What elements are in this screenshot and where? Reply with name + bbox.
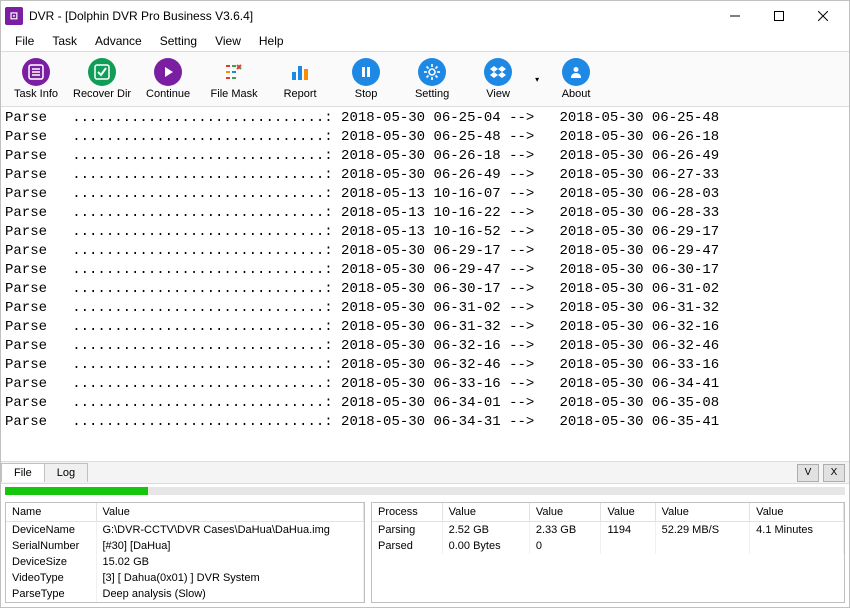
mask-icon: [220, 58, 248, 86]
cell: DeviceName: [6, 522, 96, 539]
toolbar-about[interactable]: About: [543, 56, 609, 102]
cell: 52.29 MB/S: [655, 522, 750, 539]
table-row[interactable]: VideoType[3] [ Dahua(0x01) ] DVR System: [6, 570, 364, 586]
bottom-tabs: File Log V X: [1, 462, 849, 484]
person-icon: [562, 58, 590, 86]
col-header[interactable]: Value: [442, 503, 529, 522]
col-name[interactable]: Name: [6, 503, 96, 522]
toolbar-recover-dir[interactable]: Recover Dir: [69, 56, 135, 102]
bottom-panels: Name Value DeviceNameG:\DVR-CCTV\DVR Cas…: [1, 498, 849, 607]
toolbar-label: File Mask: [211, 88, 258, 100]
title-bar: ⊡ DVR - [Dolphin DVR Pro Business V3.6.4…: [1, 1, 849, 31]
bars-icon: [286, 58, 314, 86]
toolbar-label: Stop: [355, 88, 378, 100]
toolbar-continue[interactable]: Continue: [135, 56, 201, 102]
cell: 0.00 Bytes: [442, 538, 529, 554]
menu-setting[interactable]: Setting: [152, 33, 205, 49]
window-title: DVR - [Dolphin DVR Pro Business V3.6.4]: [29, 9, 253, 23]
gear-icon: [418, 58, 446, 86]
cell: ParseType: [6, 586, 96, 602]
dropbox-icon: [484, 58, 512, 86]
app-icon: ⊡: [5, 7, 23, 25]
col-header[interactable]: Value: [655, 503, 750, 522]
cell: 4.1 Minutes: [750, 522, 844, 539]
toolbar-label: Continue: [146, 88, 190, 100]
menu-bar: File Task Advance Setting View Help: [1, 31, 849, 51]
toolbar-setting[interactable]: Setting: [399, 56, 465, 102]
table-row[interactable]: DeviceSize15.02 GB: [6, 554, 364, 570]
table-row[interactable]: Parsing2.52 GB2.33 GB119452.29 MB/S4.1 M…: [372, 522, 844, 539]
cell: [655, 538, 750, 554]
cell: G:\DVR-CCTV\DVR Cases\DaHua\DaHua.img: [96, 522, 364, 539]
device-info-panel: Name Value DeviceNameG:\DVR-CCTV\DVR Cas…: [5, 502, 365, 603]
col-header[interactable]: Value: [750, 503, 844, 522]
menu-task[interactable]: Task: [44, 33, 85, 49]
toolbar-label: View: [486, 88, 510, 100]
cell: 2.52 GB: [442, 522, 529, 539]
maximize-button[interactable]: [757, 2, 801, 30]
toolbar-label: About: [562, 88, 591, 100]
table-row[interactable]: Parsed0.00 Bytes0: [372, 538, 844, 554]
button-v[interactable]: V: [797, 464, 819, 482]
col-value[interactable]: Value: [96, 503, 364, 522]
toolbar-label: Report: [284, 88, 317, 100]
cell: 1194: [601, 522, 655, 539]
tab-file[interactable]: File: [1, 463, 45, 482]
cell: [750, 538, 844, 554]
table-row[interactable]: ParseTypeDeep analysis (Slow): [6, 586, 364, 602]
process-panel: ProcessValueValueValueValueValue Parsing…: [371, 502, 845, 603]
table-row[interactable]: DeviceNameG:\DVR-CCTV\DVR Cases\DaHua\Da…: [6, 522, 364, 539]
toolbar: Task Info Recover Dir Continue File Mask Rep…: [1, 51, 849, 107]
toolbar-view[interactable]: View: [465, 56, 531, 102]
toolbar-report[interactable]: Report: [267, 56, 333, 102]
cell: [3] [ Dahua(0x01) ] DVR System: [96, 570, 364, 586]
toolbar-task-info[interactable]: Task Info: [3, 56, 69, 102]
col-header[interactable]: Process: [372, 503, 442, 522]
close-button[interactable]: [801, 2, 845, 30]
menu-help[interactable]: Help: [251, 33, 292, 49]
progress-fill: [5, 487, 148, 495]
menu-view[interactable]: View: [207, 33, 249, 49]
table-row[interactable]: SerialNumber[#30] [DaHua]: [6, 538, 364, 554]
toolbar-label: Recover Dir: [73, 88, 131, 100]
list-icon: [22, 58, 50, 86]
tab-log[interactable]: Log: [44, 463, 88, 482]
toolbar-label: Setting: [415, 88, 449, 100]
toolbar-label: Task Info: [14, 88, 58, 100]
progress-bar: [5, 487, 845, 495]
cell: [601, 538, 655, 554]
menu-advance[interactable]: Advance: [87, 33, 150, 49]
cell: VideoType: [6, 570, 96, 586]
cell: SerialNumber: [6, 538, 96, 554]
cell: 0: [529, 538, 601, 554]
log-output[interactable]: Parse ..............................: 20…: [1, 107, 849, 462]
button-x[interactable]: X: [823, 464, 845, 482]
col-header[interactable]: Value: [529, 503, 601, 522]
check-icon: [88, 58, 116, 86]
menu-file[interactable]: File: [7, 33, 42, 49]
cell: Parsing: [372, 522, 442, 539]
cell: 15.02 GB: [96, 554, 364, 570]
dropdown-caret-icon[interactable]: ▾: [531, 75, 543, 84]
cell: [#30] [DaHua]: [96, 538, 364, 554]
col-header[interactable]: Value: [601, 503, 655, 522]
minimize-button[interactable]: [713, 2, 757, 30]
toolbar-stop[interactable]: Stop: [333, 56, 399, 102]
cell: DeviceSize: [6, 554, 96, 570]
cell: Deep analysis (Slow): [96, 586, 364, 602]
cell: Parsed: [372, 538, 442, 554]
toolbar-file-mask[interactable]: File Mask: [201, 56, 267, 102]
play-icon: [154, 58, 182, 86]
pause-icon: [352, 58, 380, 86]
cell: 2.33 GB: [529, 522, 601, 539]
